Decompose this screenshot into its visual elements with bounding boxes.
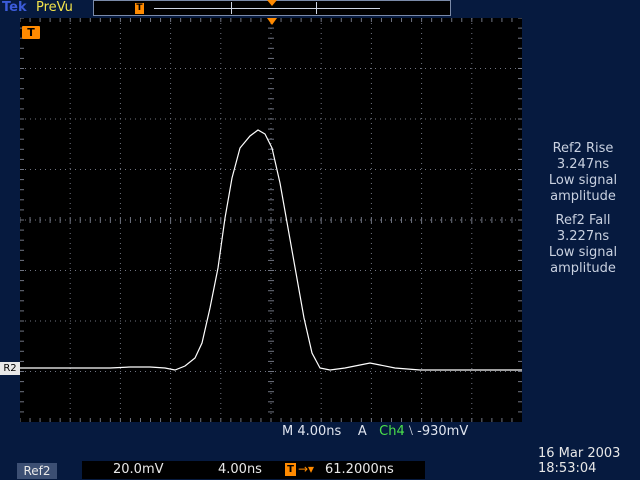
trigger-position-icon (267, 18, 277, 25)
time-per-div: 4.00ns (218, 462, 262, 477)
timebase-prefix: M (282, 424, 294, 439)
measurement-1: Ref2 Rise 3.247ns Low signal amplitude (526, 141, 640, 205)
horizontal-trigger-readout: M 4.00ns A Ch4 ⧵ -930mV (282, 424, 468, 439)
trigger-mode: A (357, 424, 367, 439)
ref2-ground-marker[interactable]: R2 (0, 362, 20, 375)
measurement-title: Ref2 Fall (555, 213, 611, 228)
volts-per-div: 20.0mV (113, 462, 164, 477)
trigger-level-value: -930mV (417, 424, 469, 439)
date-display: 16 Mar 2003 (538, 446, 621, 461)
waveform-display[interactable] (20, 18, 522, 422)
measurement-value: 3.247ns (556, 157, 610, 172)
time-display: 18:53:04 (538, 461, 597, 476)
acquisition-mode: PreVu (36, 0, 73, 15)
measurement-note: Low signal (548, 173, 618, 188)
delay-trigger-icon: T (285, 463, 296, 476)
timebase-value: 4.00ns (297, 424, 342, 439)
falling-edge-icon: ⧵ (408, 424, 414, 439)
ref2-channel-badge[interactable]: Ref2 (17, 463, 57, 479)
measurement-title: Ref2 Rise (552, 141, 614, 156)
horizontal-delay: 61.2000ns (325, 462, 394, 477)
delay-arrow-icon: →▾ (298, 462, 315, 476)
measurement-value: 3.227ns (556, 229, 610, 244)
graticule (20, 18, 522, 422)
measurement-2: Ref2 Fall 3.227ns Low signal amplitude (526, 213, 640, 277)
trigger-source: Ch4 (379, 424, 405, 439)
measurement-note: amplitude (550, 189, 616, 204)
record-trigger-icon: T (135, 3, 144, 14)
brand-logo: Tek (2, 0, 27, 15)
trigger-level-icon[interactable]: T (22, 26, 40, 39)
measurement-note: Low signal (548, 245, 618, 260)
record-trigger-point-icon (267, 0, 277, 6)
measurement-note: amplitude (550, 261, 616, 276)
measurement-readout-panel: Ref2 Rise 3.247ns Low signal amplitude R… (526, 141, 640, 277)
